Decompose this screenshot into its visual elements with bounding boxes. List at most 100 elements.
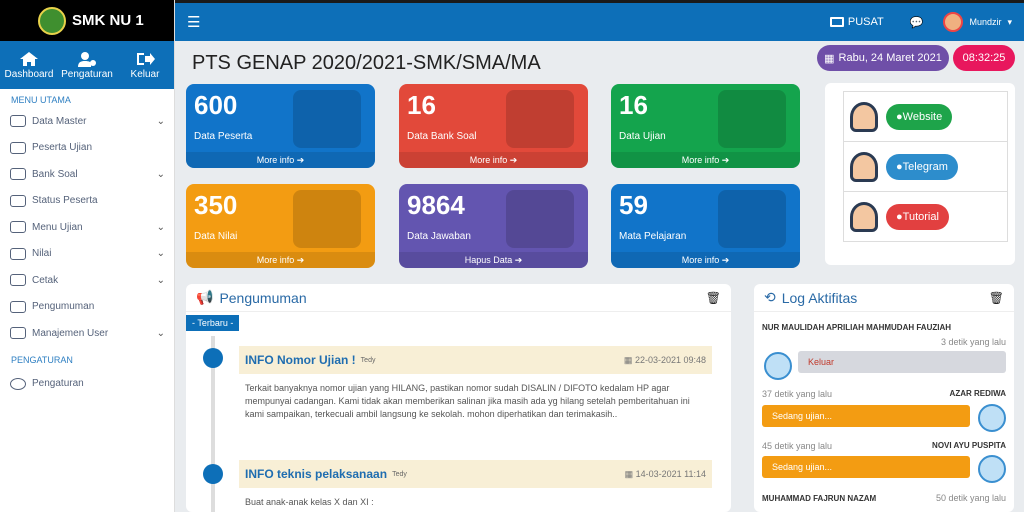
menu-section-header: MENU UTAMA [11,95,71,105]
link-item: ● Telegram [843,141,1008,192]
link-item: ● Tutorial [843,191,1008,242]
log-title: Log Aktifitas [781,289,858,306]
page-title: PTS GENAP 2020/2021-SMK/SMA/MA [192,52,541,74]
sidebar-item[interactable]: Status Peserta [0,188,174,215]
brand[interactable]: SMK NU 1 [0,0,174,41]
stat-label: Data Nilai [194,231,238,242]
pusat-link[interactable]: PUSAT [829,16,884,28]
sidebar-item[interactable]: Data Master ⌄ [0,108,174,135]
stat-bg-icon [718,90,786,148]
stat-number: 9864 [407,190,465,220]
chevron-down-icon: ⌄ [156,248,165,260]
chat-icon[interactable]: 💬 [910,16,924,29]
link-label: Telegram [902,160,948,173]
hamburger-icon[interactable]: ☰ [187,13,200,31]
stat-more-link[interactable]: More info ➔ [611,252,800,268]
stat-bg-icon [293,190,361,248]
settings-section-header: PENGATURAN [11,354,73,365]
announcement-body: Buat anak-anak kelas X dan XI : [245,497,374,507]
logout-icon [137,52,155,65]
sidebar-item-label: Pengaturan [32,378,84,390]
megaphone-icon: 📢 [196,289,214,305]
sidebar-item[interactable]: Peserta Ujian [0,135,174,162]
stat-more-link[interactable]: More info ➔ [399,152,588,168]
announcement-date: 14-03-2021 11:14 [635,468,706,479]
envelope-icon [203,464,223,484]
terbaru-tag: - Terbaru - [186,315,240,331]
nav-keluar[interactable]: Keluar [116,41,174,89]
stat-more-link[interactable]: More info ➔ [186,152,375,168]
stat-bg-icon [293,90,361,148]
sidebar-item[interactable]: Menu Ujian ⌄ [0,214,174,241]
menu-icon [10,300,26,313]
menu-icon [10,115,26,128]
avatar [943,12,964,32]
sidebar-item-label: Data Master [32,115,87,127]
log-item: 45 detik yang lalu NOVI AYU PUSPITA [762,441,1006,451]
sidebar-item[interactable]: Manajemen User ⌄ [0,320,174,347]
user-avatar-icon [978,404,1006,432]
tools-icon [10,377,26,390]
stat-more-label: Hapus Data [464,255,513,265]
menu-icon [10,221,26,234]
link-button[interactable]: ● Website [886,103,953,130]
menu-icon [10,168,26,181]
stat-label: Data Ujian [619,131,666,142]
stat-more-label: More info [681,155,720,165]
date-text: Rabu, 24 Maret 2021 [838,52,942,64]
sidebar-item-label: Menu Ujian [32,221,83,233]
announcement-author: Tedy [360,356,376,364]
nav-dashboard[interactable]: Dashboard [0,41,58,89]
log-item: 37 detik yang lalu AZAR REDIWA [762,389,1006,399]
stat-more-link[interactable]: Hapus Data ➔ [399,252,588,268]
menu-icon [10,194,26,207]
link-label: Website [902,110,943,123]
stat-box: 16 Data Bank Soal More info ➔ [399,84,588,168]
user-menu[interactable]: Mundzir ▾ [943,12,1012,32]
calendar-icon: ▦ [623,354,635,365]
sidebar-item-label: Manajemen User [32,327,109,339]
caret-down-icon: ▾ [1007,16,1012,27]
sidebar-item[interactable]: Cetak ⌄ [0,267,174,294]
link-button[interactable]: ● Tutorial [886,203,949,230]
history-icon: ⟲ [764,289,776,305]
announcement-author: Tedy [392,470,407,478]
monitor-icon [829,17,844,27]
sidebar-item-label: Nilai [32,248,52,260]
trash-icon[interactable]: 🗑 [706,291,721,305]
sidebar-item-label: Status Peserta [32,195,98,207]
stat-number: 350 [194,190,238,220]
stat-label: Data Jawaban [407,231,471,242]
announcement-title: INFO Nomor Ujian ! [245,353,356,367]
announcement-item: INFO teknis pelaksanaan Tedy ▦ 14-03-202… [239,460,712,512]
log-time: 3 detik yang lalu [940,337,1006,347]
support-agent-icon [850,151,878,182]
log-time: 50 detik yang lalu [935,493,1006,503]
stat-label: Data Peserta [194,131,253,142]
link-button[interactable]: ● Telegram [886,153,958,180]
log-item: MUHAMMAD FAJRUN NAZAM 50 detik yang lalu [762,493,1006,503]
stat-box: 9864 Data Jawaban Hapus Data ➔ [399,184,588,268]
nav-pengaturan[interactable]: Pengaturan [58,41,116,89]
sidebar-item[interactable]: Bank Soal ⌄ [0,161,174,188]
school-logo-icon [38,6,66,35]
user-avatar-icon [978,455,1006,483]
log-name: NUR MAULIDAH APRILIAH MAHMUDAH FAUZIAH [762,323,952,332]
chevron-down-icon: ⌄ [156,327,165,339]
sidebar-top-nav: Dashboard Pengaturan Keluar [0,41,174,89]
stat-box: 350 Data Nilai More info ➔ [186,184,375,268]
sidebar-item[interactable]: Nilai ⌄ [0,241,174,268]
stat-more-label: More info [469,155,508,165]
stat-bg-icon [718,190,786,248]
sidebar-item[interactable]: Pengumuman [0,294,174,321]
log-card: ⟲ Log Aktifitas 🗑 NUR MAULIDAH APRILIAH … [754,284,1014,512]
sidebar-item-label: Bank Soal [32,168,78,180]
youtube-icon: ● [896,210,903,223]
stat-more-link[interactable]: More info ➔ [186,252,375,268]
log-name: MUHAMMAD FAJRUN NAZAM [762,494,877,503]
stat-more-link[interactable]: More info ➔ [611,152,800,168]
sidebar-item-label: Cetak [32,274,59,286]
user-avatar-icon [764,352,792,380]
sidebar-item-pengaturan[interactable]: Pengaturan [0,371,174,398]
trash-icon[interactable]: 🗑 [989,291,1004,305]
